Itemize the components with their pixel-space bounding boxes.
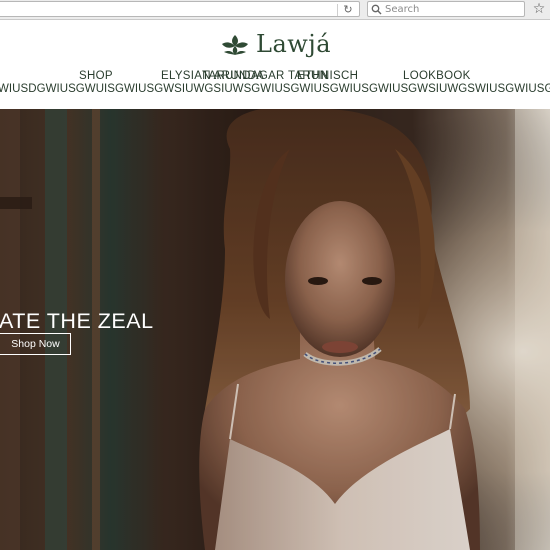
address-bar[interactable]: ↻	[0, 1, 360, 17]
search-placeholder: Search	[385, 4, 420, 15]
nav-shop[interactable]: SHOP	[79, 69, 113, 83]
logo-wordmark: Lawjá	[256, 30, 332, 58]
address-bar-divider	[337, 4, 338, 16]
browser-toolbar: ↻ Search ☆	[0, 0, 550, 20]
site-logo[interactable]: Lawjá	[221, 30, 331, 61]
hero-banner: ATE THE ZEAL Shop Now	[0, 109, 550, 550]
reload-icon[interactable]: ↻	[341, 3, 355, 17]
nav-ethnisch[interactable]: ETHNISCH	[297, 69, 358, 83]
lotus-logo-icon	[222, 35, 248, 55]
shop-now-button[interactable]: Shop Now	[0, 333, 71, 355]
search-icon	[371, 4, 382, 15]
site-header: Lawjá SHOP ELYSIAN ARUNDA TARUNDAGAR TAR…	[0, 21, 550, 109]
hero-headline: ATE THE ZEAL	[0, 309, 154, 333]
star-icon[interactable]: ☆	[530, 0, 548, 18]
browser-search-input[interactable]: Search	[367, 1, 525, 17]
marquee-text: WIUSDGWIUSGWUISGWIUSGWSIUWGSIUWSGWIUSGWI…	[0, 83, 550, 95]
nav-lookbook[interactable]: LOOKBOOK	[403, 69, 471, 83]
